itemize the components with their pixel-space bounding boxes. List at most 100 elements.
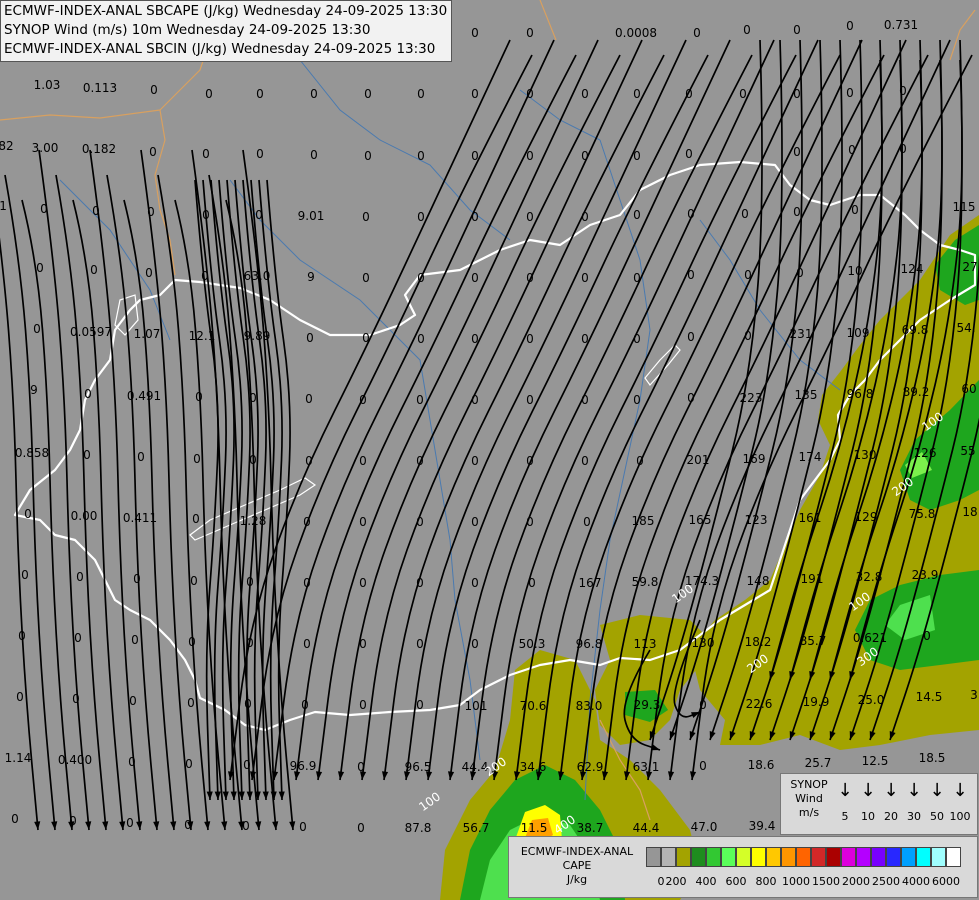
grid-value-label: 0 xyxy=(185,757,193,771)
grid-value-label: 62.9 xyxy=(577,760,604,774)
layer-titles: ECMWF-INDEX-ANAL SBCAPE (J/kg) Wednesday… xyxy=(0,0,453,62)
grid-value-label: 0 xyxy=(76,570,84,584)
cape-tick-label: 600 xyxy=(725,875,747,888)
grid-value-label: 0 xyxy=(133,572,141,586)
cape-legend-title: ECMWF-INDEX-ANAL CAPE J/kg xyxy=(520,845,634,886)
grid-value-label: 0 xyxy=(202,147,210,161)
wind-speed-label: 5 xyxy=(841,810,849,823)
grid-value-label: 0 xyxy=(687,391,695,405)
grid-value-label: 0 xyxy=(305,392,313,406)
grid-value-label: 50.3 xyxy=(519,637,546,651)
grid-value-label: 38.7 xyxy=(577,821,604,835)
grid-value-label: 0 xyxy=(685,147,693,161)
title-sbcape: ECMWF-INDEX-ANAL SBCAPE (J/kg) Wednesday… xyxy=(4,3,448,19)
grid-value-label: 0 xyxy=(526,149,534,163)
grid-value-label: 0 xyxy=(633,393,641,407)
grid-value-label: 18 xyxy=(962,505,977,519)
grid-value-label: 47.0 xyxy=(691,820,718,834)
grid-value-label: 63.0 xyxy=(244,269,271,283)
grid-value-label: 14.5 xyxy=(916,690,943,704)
wind-speed-label: 20 xyxy=(884,810,898,823)
grid-value-label: 10 xyxy=(847,264,862,278)
grid-value-label: 0 xyxy=(739,87,747,101)
grid-value-label: 89.2 xyxy=(903,385,930,399)
grid-value-label: 109 xyxy=(847,326,870,340)
grid-value-label: 0 xyxy=(581,454,589,468)
grid-value-label: 0 xyxy=(744,329,752,343)
grid-value-label: 0 xyxy=(471,393,479,407)
grid-value-label: 0 xyxy=(471,637,479,651)
grid-value-label: 0 xyxy=(526,210,534,224)
grid-value-label: 0 xyxy=(471,332,479,346)
grid-value-label: 0 xyxy=(633,149,641,163)
grid-value-label: 56.7 xyxy=(463,821,490,835)
grid-value-label: 0 xyxy=(526,454,534,468)
grid-value-label: 0 xyxy=(471,576,479,590)
cape-tick-label: 2500 xyxy=(872,875,900,888)
grid-value-label: 96.9 xyxy=(290,759,317,773)
grid-value-label: 0 xyxy=(359,637,367,651)
grid-value-label: 0 xyxy=(581,271,589,285)
grid-value-label: 19.9 xyxy=(803,695,830,709)
grid-value-label: 0 xyxy=(256,87,264,101)
grid-value-label: 0 xyxy=(796,266,804,280)
grid-value-label: 0 xyxy=(131,633,139,647)
grid-value-label: 0 xyxy=(693,26,701,40)
grid-value-label: 0 xyxy=(793,205,801,219)
grid-value-label: 0 xyxy=(256,147,264,161)
cape-swatch xyxy=(841,847,856,867)
grid-value-label: 0 xyxy=(793,145,801,159)
grid-value-label: 0 xyxy=(417,332,425,346)
grid-value-label: 1 xyxy=(0,199,7,213)
grid-value-label: 83.0 xyxy=(576,699,603,713)
grid-value-label: 0 xyxy=(846,19,854,33)
grid-value-label: 0 xyxy=(195,390,203,404)
grid-value-label: 0 xyxy=(687,207,695,221)
grid-value-label: 0 xyxy=(416,515,424,529)
grid-value-label: 96.8 xyxy=(847,387,874,401)
grid-value-label: 0 xyxy=(581,149,589,163)
grid-value-label: 0 xyxy=(528,576,536,590)
grid-value-label: 0 xyxy=(92,204,100,218)
grid-value-label: 3 xyxy=(970,688,978,702)
grid-value-label: 223 xyxy=(740,391,763,405)
grid-value-label: 0 xyxy=(201,269,209,283)
grid-value-label: 165 xyxy=(689,513,712,527)
grid-value-label: 27 xyxy=(962,260,977,274)
wind-arrow-icon: ↓ xyxy=(952,780,968,801)
grid-value-label: 0 xyxy=(741,207,749,221)
cape-swatch xyxy=(946,847,961,867)
cape-swatch xyxy=(691,847,706,867)
title-sbcin: ECMWF-INDEX-ANAL SBCIN (J/kg) Wednesday … xyxy=(4,41,436,57)
grid-value-label: 0 xyxy=(249,391,257,405)
grid-value-label: 0 xyxy=(526,332,534,346)
grid-value-label: 1.28 xyxy=(240,514,267,528)
grid-value-label: 201 xyxy=(687,453,710,467)
grid-value-label: 18.2 xyxy=(745,635,772,649)
grid-value-label: 0 xyxy=(84,387,92,401)
grid-value-label: 0.621 xyxy=(853,631,887,645)
title-synop-wind: SYNOP Wind (m/s) 10m Wednesday 24-09-202… xyxy=(4,22,371,38)
grid-value-label: 25.0 xyxy=(858,693,885,707)
grid-value-label: 0 xyxy=(583,515,591,529)
grid-value-label: 0 xyxy=(299,820,307,834)
grid-value-label: 0 xyxy=(359,698,367,712)
grid-value-label: 0 xyxy=(699,698,707,712)
grid-value-label: 0 xyxy=(526,515,534,529)
grid-value-label: 12.5 xyxy=(862,754,889,768)
cape-tick-label: 400 xyxy=(695,875,717,888)
grid-value-label: 174 xyxy=(799,450,822,464)
cape-tick-label: 6000 xyxy=(932,875,960,888)
grid-value-label: 0 xyxy=(581,393,589,407)
cape-swatch xyxy=(646,847,661,867)
grid-value-label: 161 xyxy=(799,511,822,525)
grid-value-label: 0 xyxy=(40,202,48,216)
cape-swatch xyxy=(886,847,901,867)
grid-value-label: 0 xyxy=(685,87,693,101)
grid-value-label: 0 xyxy=(526,393,534,407)
grid-value-label: 0 xyxy=(471,515,479,529)
grid-value-label: 231 xyxy=(790,327,813,341)
grid-value-label: 0 xyxy=(362,210,370,224)
grid-value-label: 0 xyxy=(246,575,254,589)
cape-tick-label: 1000 xyxy=(782,875,810,888)
